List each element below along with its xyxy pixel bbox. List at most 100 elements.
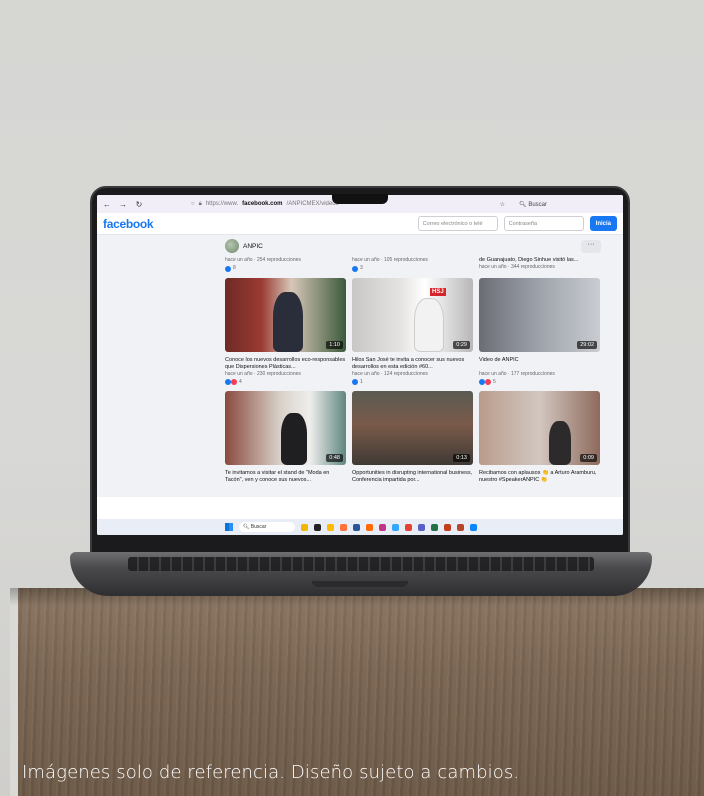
profile-header: ANPIC ··· bbox=[225, 235, 601, 257]
forward-icon[interactable]: → bbox=[119, 200, 127, 209]
reload-icon[interactable]: ↻ bbox=[135, 200, 143, 209]
avatar[interactable] bbox=[225, 239, 239, 253]
love-icon bbox=[231, 379, 237, 385]
windows-start-icon[interactable] bbox=[225, 523, 233, 531]
shield-icon: ○ bbox=[191, 201, 195, 207]
reaction-count: 1 bbox=[360, 379, 363, 385]
url-path: /ANPICMEX/videos bbox=[286, 201, 339, 207]
trackpad-notch bbox=[312, 581, 408, 587]
password-field[interactable]: Contraseña bbox=[503, 216, 584, 231]
video-card[interactable]: 0:13 Opportunities in disrupting interna… bbox=[352, 391, 473, 484]
os-taskbar: 🔍︎ Buscar bbox=[97, 519, 623, 535]
photoshop-icon[interactable] bbox=[392, 523, 399, 531]
video-meta: hace un año · 254 reproducciones bbox=[225, 257, 301, 263]
app-icon[interactable] bbox=[314, 523, 321, 531]
video-title[interactable]: Hilos San José te invita a conocer sus n… bbox=[352, 357, 473, 371]
video-thumbnail[interactable]: 29:02 bbox=[479, 278, 600, 352]
reaction-count: 4 bbox=[239, 379, 242, 385]
reaction-count: 3 bbox=[360, 265, 363, 271]
video-title[interactable]: Video de ANPIC bbox=[479, 357, 600, 371]
speaker-figure bbox=[414, 298, 444, 352]
browser-search-label: Buscar bbox=[528, 201, 547, 208]
firefox-icon[interactable] bbox=[340, 523, 347, 531]
more-options-button[interactable]: ··· bbox=[581, 239, 601, 253]
url-domain: facebook.com bbox=[242, 201, 283, 207]
video-meta: hace un año · 230 reproducciones bbox=[225, 371, 301, 377]
reactions: 3 bbox=[352, 265, 473, 272]
left-gutter bbox=[97, 235, 225, 497]
excel-icon[interactable] bbox=[431, 523, 438, 531]
video-title: de Guanajuato, Diego Sinhue visitó las..… bbox=[479, 257, 579, 263]
video-meta: hace un año · 124 reproducciones bbox=[352, 371, 428, 377]
reaction-count: 8 bbox=[233, 265, 236, 271]
speaker-figure bbox=[549, 421, 571, 465]
figma-icon[interactable] bbox=[405, 523, 412, 531]
video-card[interactable]: de Guanajuato, Diego Sinhue visitó las..… bbox=[479, 257, 600, 272]
video-meta: hace un año · 344 reproducciones bbox=[479, 264, 555, 270]
video-thumbnail[interactable]: 0:13 bbox=[352, 391, 473, 465]
reactions: 5 bbox=[479, 379, 600, 385]
video-duration: 0:09 bbox=[580, 454, 597, 462]
video-card[interactable]: 29:02 Video de ANPIC hace un año · 177 r… bbox=[479, 278, 600, 385]
camera-notch bbox=[332, 194, 388, 204]
reactions: 4 bbox=[225, 379, 346, 385]
facebook-header: facebook Correo electrónico o telé Contr… bbox=[97, 213, 623, 235]
taskbar-search[interactable]: 🔍︎ Buscar bbox=[239, 522, 295, 532]
bookmark-star-icon[interactable]: ☆ bbox=[500, 201, 505, 208]
video-meta: hace un año · 177 reproducciones bbox=[479, 371, 555, 377]
video-thumbnail[interactable]: 0:48 bbox=[225, 391, 346, 465]
video-title[interactable]: Te invitamos a visitar el stand de "Moda… bbox=[225, 470, 346, 484]
video-duration: 0:48 bbox=[326, 454, 343, 462]
video-card[interactable]: hace un año · 254 reproducciones 8 bbox=[225, 257, 346, 272]
video-meta: hace un año · 105 reproducciones bbox=[352, 257, 428, 263]
video-title[interactable]: Recibamos con aplausos 👏 a Arturo Arambu… bbox=[479, 470, 600, 484]
powerpoint-icon[interactable] bbox=[444, 523, 451, 531]
folder-icon[interactable] bbox=[327, 523, 334, 531]
taskbar-search-label: Buscar bbox=[250, 524, 267, 530]
video-card[interactable]: 0:48 Te invitamos a visitar el stand de … bbox=[225, 391, 346, 484]
indesign-icon[interactable] bbox=[379, 523, 386, 531]
scrolled-video-row: hace un año · 254 reproducciones 8 hace … bbox=[225, 257, 601, 272]
illustrator-icon[interactable] bbox=[366, 523, 373, 531]
video-duration: 29:02 bbox=[577, 341, 597, 349]
reactions: 1 bbox=[352, 379, 473, 385]
word-icon[interactable] bbox=[353, 523, 360, 531]
like-icon bbox=[352, 265, 358, 272]
disclaimer-caption: Imágenes solo de referencia. Diseño suje… bbox=[22, 762, 520, 783]
video-thumbnail[interactable]: HSJ 0:29 bbox=[352, 278, 473, 352]
app-icon[interactable] bbox=[470, 523, 477, 531]
love-icon bbox=[485, 379, 491, 385]
video-card[interactable]: HSJ 0:29 Hilos San José te invita a cono… bbox=[352, 278, 473, 385]
video-card[interactable]: 0:09 Recibamos con aplausos 👏 a Arturo A… bbox=[479, 391, 600, 484]
browser-search[interactable]: 🔍︎ Buscar bbox=[519, 201, 547, 208]
video-card[interactable]: 1:10 Conoce los nuevos desarrollos eco-r… bbox=[225, 278, 346, 385]
video-title[interactable]: Opportunities in disrupting internationa… bbox=[352, 470, 473, 484]
video-duration: 0:29 bbox=[453, 341, 470, 349]
brand-sign: HSJ bbox=[430, 288, 446, 296]
video-title[interactable]: Conoce los nuevos desarrollos eco-respon… bbox=[225, 357, 346, 371]
like-icon bbox=[225, 265, 231, 272]
keyboard bbox=[128, 557, 594, 571]
reactions: 8 bbox=[225, 265, 346, 272]
email-field[interactable]: Correo electrónico o telé bbox=[417, 216, 498, 231]
laptop-screen: ← → ↻ ○ 🔒︎ https://www. facebook.com/ANPI… bbox=[97, 195, 623, 535]
reaction-count: 5 bbox=[493, 379, 496, 385]
video-card[interactable]: hace un año · 105 reproducciones 3 bbox=[352, 257, 473, 272]
teams-icon[interactable] bbox=[418, 523, 425, 531]
profile-name[interactable]: ANPIC bbox=[243, 243, 263, 250]
back-icon[interactable]: ← bbox=[103, 200, 111, 209]
video-thumbnail[interactable]: 1:10 bbox=[225, 278, 346, 352]
videos-content: ANPIC ··· hace un año · 254 reproduccion… bbox=[225, 235, 601, 497]
login-button[interactable]: Inicia bbox=[589, 216, 617, 231]
address-bar[interactable]: ○ 🔒︎ https://www. facebook.com/ANPICMEX/v… bbox=[191, 201, 339, 208]
lock-icon: 🔒︎ bbox=[198, 200, 202, 207]
video-thumbnail[interactable]: 0:09 bbox=[479, 391, 600, 465]
speaker-figure bbox=[281, 413, 307, 465]
video-row: 1:10 Conoce los nuevos desarrollos eco-r… bbox=[225, 278, 601, 385]
acrobat-icon[interactable] bbox=[457, 523, 464, 531]
video-duration: 0:13 bbox=[453, 454, 470, 462]
video-duration: 1:10 bbox=[326, 341, 343, 349]
like-icon bbox=[352, 379, 358, 385]
file-explorer-icon[interactable] bbox=[301, 523, 308, 531]
facebook-logo[interactable]: facebook bbox=[103, 217, 154, 231]
